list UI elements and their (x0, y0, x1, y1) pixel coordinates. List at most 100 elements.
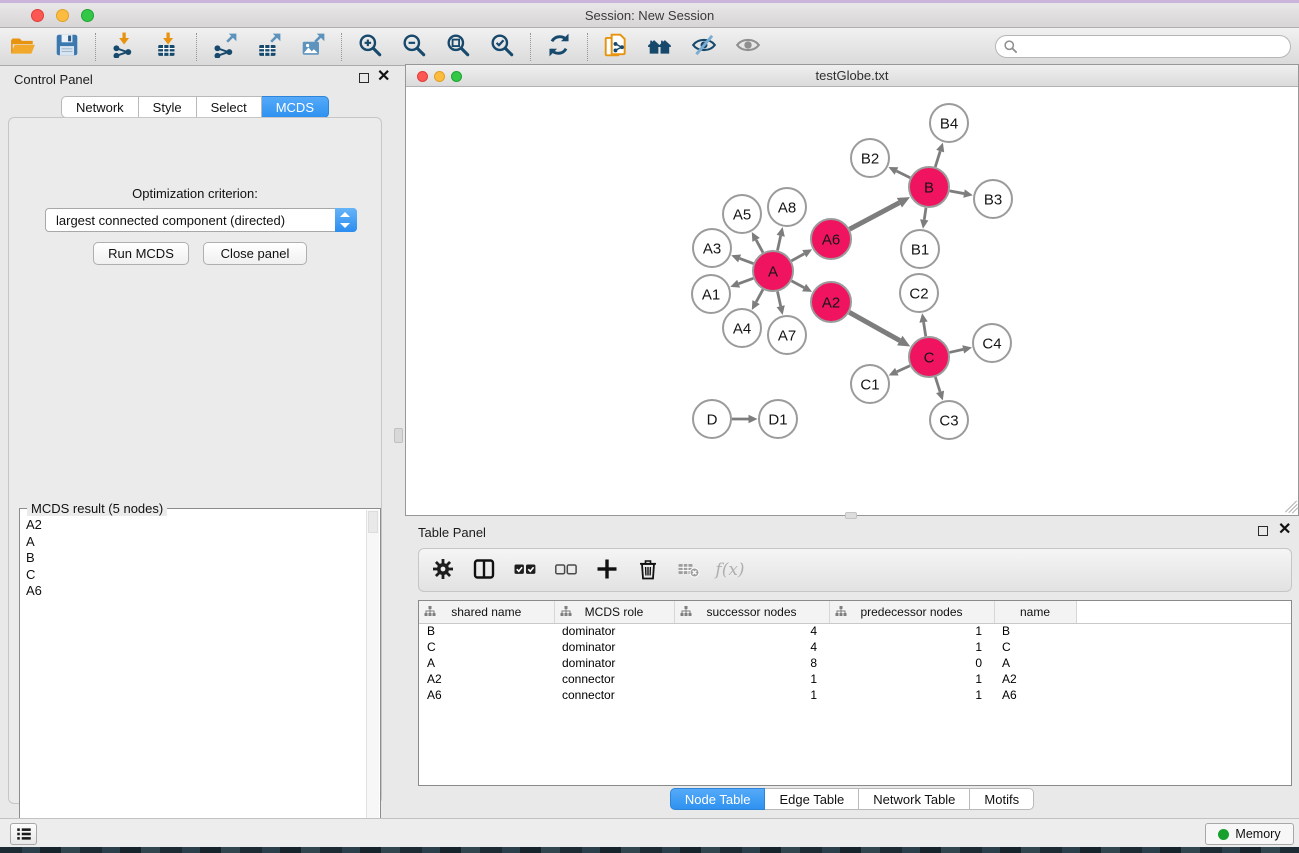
column-header-mcds-role[interactable]: MCDS role (554, 601, 674, 623)
table-row[interactable]: A6connector11A6 (419, 687, 1291, 703)
save-session-button[interactable] (52, 32, 82, 62)
table-row[interactable]: Bdominator41B (419, 623, 1291, 639)
edge-A-A5[interactable] (756, 240, 763, 253)
table-row[interactable]: Adominator80A (419, 655, 1291, 671)
cell-shared-name[interactable]: A (419, 655, 554, 671)
cell-name[interactable]: A2 (994, 671, 1076, 687)
cell-name[interactable]: B (994, 623, 1076, 639)
tab-mcds[interactable]: MCDS (262, 96, 329, 118)
zoom-out-button[interactable] (399, 32, 429, 62)
network-graph[interactable]: AA1A3A5A8A4A7A6A2BB2B4B3B1CC2C1C4C3DD1 (407, 88, 1297, 514)
tab-network-table[interactable]: Network Table (859, 788, 970, 810)
cell-mcds-role[interactable]: connector (554, 687, 674, 703)
show-all-button[interactable] (733, 32, 763, 62)
dropdown-stepper-icon[interactable] (335, 208, 357, 232)
horizontal-splitter-handle[interactable] (845, 512, 857, 519)
import-network-button[interactable] (109, 32, 139, 62)
network-canvas[interactable]: AA1A3A5A8A4A7A6A2BB2B4B3B1CC2C1C4C3DD1 (407, 88, 1297, 514)
column-header-successor-nodes[interactable]: successor nodes (674, 601, 829, 623)
cell-successor-nodes[interactable]: 4 (674, 639, 829, 655)
node-table[interactable]: shared nameMCDS rolesuccessor nodesprede… (418, 600, 1292, 786)
cell-successor-nodes[interactable]: 1 (674, 671, 829, 687)
delete-column-button[interactable] (634, 556, 662, 584)
cell-name[interactable]: C (994, 639, 1076, 655)
deselect-all-rows-button[interactable] (552, 556, 580, 584)
cell-predecessor-nodes[interactable]: 1 (829, 687, 994, 703)
column-header-shared-name[interactable]: shared name (419, 601, 554, 623)
search-input[interactable] (995, 35, 1291, 58)
column-header-predecessor-nodes[interactable]: predecessor nodes (829, 601, 994, 623)
function-builder-button[interactable]: f(x) (716, 556, 744, 584)
tab-network[interactable]: Network (61, 96, 139, 118)
edge-A-A8[interactable] (777, 236, 780, 251)
open-session-button[interactable] (8, 32, 38, 62)
cell-predecessor-nodes[interactable]: 1 (829, 639, 994, 655)
tab-node-table[interactable]: Node Table (670, 788, 766, 810)
cell-successor-nodes[interactable]: 1 (674, 687, 829, 703)
hide-selected-button[interactable] (689, 32, 719, 62)
criterion-dropdown[interactable]: largest connected component (directed) (45, 208, 357, 232)
vertical-splitter-handle[interactable] (394, 428, 403, 443)
table-row[interactable]: A2connector11A2 (419, 671, 1291, 687)
edge-A-A7[interactable] (777, 292, 780, 307)
show-column-button[interactable] (470, 556, 498, 584)
edge-A-A3[interactable] (740, 258, 754, 263)
add-column-button[interactable] (593, 556, 621, 584)
task-history-button[interactable] (10, 823, 37, 845)
window-resize-gripper[interactable] (1283, 500, 1296, 513)
network-window-titlebar[interactable]: testGlobe.txt (406, 65, 1298, 87)
cell-successor-nodes[interactable]: 8 (674, 655, 829, 671)
result-item[interactable]: B (26, 550, 364, 567)
cell-shared-name[interactable]: C (419, 639, 554, 655)
run-mcds-button[interactable]: Run MCDS (93, 242, 189, 265)
edge-B-B2[interactable] (896, 171, 910, 178)
cell-mcds-role[interactable]: dominator (554, 639, 674, 655)
cell-shared-name[interactable]: B (419, 623, 554, 639)
mcds-result-list[interactable]: A2ABCA6 (26, 517, 364, 839)
cell-shared-name[interactable]: A6 (419, 687, 554, 703)
cell-mcds-role[interactable]: dominator (554, 655, 674, 671)
edge-A-A1[interactable] (739, 278, 754, 283)
edge-C-C4[interactable] (949, 349, 963, 352)
export-table-button[interactable] (254, 32, 284, 62)
result-item[interactable]: A (26, 534, 364, 551)
edge-C-C3[interactable] (935, 377, 940, 392)
delete-table-button[interactable] (675, 556, 703, 584)
result-item[interactable]: C (26, 567, 364, 584)
cell-shared-name[interactable]: A2 (419, 671, 554, 687)
table-panel-float-icon[interactable] (1258, 526, 1268, 536)
result-item[interactable]: A2 (26, 517, 364, 534)
table-row[interactable]: Cdominator41C (419, 639, 1291, 655)
import-table-button[interactable] (153, 32, 183, 62)
result-item[interactable]: A6 (26, 583, 364, 600)
tab-edge-table[interactable]: Edge Table (765, 788, 859, 810)
edge-A-A4[interactable] (756, 289, 763, 302)
edge-C-C2[interactable] (924, 322, 926, 336)
cell-name[interactable]: A (994, 655, 1076, 671)
export-image-button[interactable] (298, 32, 328, 62)
memory-button[interactable]: Memory (1205, 823, 1294, 845)
control-panel-float-icon[interactable] (359, 73, 369, 83)
export-network-button[interactable] (210, 32, 240, 62)
cell-predecessor-nodes[interactable]: 0 (829, 655, 994, 671)
edge-A-A2[interactable] (792, 281, 805, 288)
table-settings-button[interactable] (429, 556, 457, 584)
cell-name[interactable]: A6 (994, 687, 1076, 703)
result-scrollbar[interactable] (366, 510, 379, 842)
edge-B-B4[interactable] (935, 151, 940, 167)
cell-predecessor-nodes[interactable]: 1 (829, 671, 994, 687)
duplicate-network-button[interactable] (601, 32, 631, 62)
zoom-fit-button[interactable] (443, 32, 473, 62)
edge-A6-B[interactable] (850, 203, 900, 229)
edge-B-B3[interactable] (950, 191, 964, 194)
edge-A2-C[interactable] (849, 312, 899, 340)
cell-successor-nodes[interactable]: 4 (674, 623, 829, 639)
cell-predecessor-nodes[interactable]: 1 (829, 623, 994, 639)
table-panel-close-icon[interactable]: ✕ (1278, 525, 1291, 535)
select-all-rows-button[interactable] (511, 556, 539, 584)
edge-B-B1[interactable] (924, 208, 926, 220)
cell-mcds-role[interactable]: dominator (554, 623, 674, 639)
control-panel-close-icon[interactable]: ✕ (377, 72, 390, 82)
column-header-name[interactable]: name (994, 601, 1076, 623)
tab-motifs[interactable]: Motifs (970, 788, 1034, 810)
